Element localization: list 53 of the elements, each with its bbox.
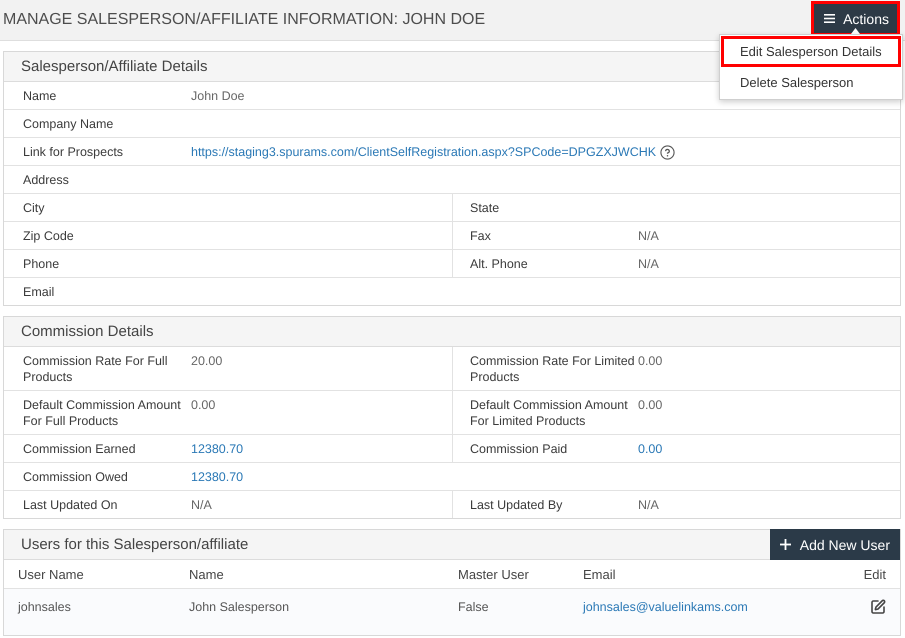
field-label: Fax <box>470 228 492 244</box>
field-value: N/A <box>638 256 660 272</box>
field-label: Phone <box>23 256 60 272</box>
plus-icon <box>780 539 791 550</box>
field-value: 20.00 <box>191 353 224 369</box>
field-value: John Doe <box>191 88 246 104</box>
column-header: Name <box>189 566 224 582</box>
field-value: N/A <box>191 497 213 513</box>
table-cell-text: johnsales <box>18 600 72 614</box>
field-label: State <box>470 200 500 216</box>
panel-title: Salesperson/Affiliate Details <box>21 58 208 75</box>
actions-button[interactable]: Actions <box>811 1 900 36</box>
field-label: Commission Earned <box>23 441 137 457</box>
field-label: Default Commission Amount For Full Products <box>23 397 182 429</box>
field-label: Email <box>23 284 56 300</box>
field-label: City <box>23 200 46 216</box>
field-label: Link for Prospects <box>23 144 124 160</box>
field-label: Last Updated By <box>470 497 564 513</box>
panel-title: Commission Details <box>21 323 154 340</box>
column-header: Edit <box>864 566 886 582</box>
field-value: 0.00 <box>191 397 216 413</box>
field-value: 0.00 <box>638 353 664 369</box>
field-value: 0.00 <box>638 397 664 413</box>
field-link[interactable]: 12380.70 <box>191 441 244 457</box>
email-link[interactable]: johnsales@valuelinkams.com <box>583 600 826 614</box>
field-link[interactable]: https://staging3.spurams.com/ClientSelfRegistration.aspx?SPCode=DPGZXJWCHK <box>191 144 656 160</box>
panel-title: Users for this Salesperson/affiliate <box>21 536 248 553</box>
field-label: Address <box>23 172 70 188</box>
field-label: Company Name <box>23 116 114 132</box>
column-header: User Name <box>18 566 84 582</box>
column-header: Master User <box>458 566 529 582</box>
menu-icon <box>824 14 836 23</box>
field-label: Name <box>23 88 58 104</box>
menu-item[interactable]: Edit Salesperson Details <box>721 36 901 67</box>
field-link[interactable]: 0.00 <box>638 441 662 457</box>
field-label: Zip Code <box>23 228 75 244</box>
page-title: MANAGE SALESPERSON/AFFILIATE INFORMATION: JOHN DOE <box>3 11 486 29</box>
add-user-button[interactable]: Add New User <box>770 529 900 560</box>
table-cell-text: False <box>458 600 490 614</box>
field-label: Last Updated On <box>23 497 119 513</box>
table-cell-text: John Salesperson <box>189 600 290 614</box>
field-label: Commission Rate For Full Products <box>23 353 168 385</box>
edit-icon[interactable] <box>870 599 886 615</box>
field-link[interactable]: 12380.70 <box>191 469 244 485</box>
field-label: Commission Owed <box>23 469 129 485</box>
field-label: Commission Rate For Limited Products <box>470 353 636 385</box>
field-value: N/A <box>638 497 660 513</box>
help-icon[interactable] <box>660 144 676 160</box>
field-label: Default Commission Amount For Limited Products <box>470 397 629 429</box>
column-header: Email <box>583 566 616 582</box>
field-label: Alt. Phone <box>470 256 529 272</box>
field-label: Commission Paid <box>470 441 568 457</box>
field-value: N/A <box>638 228 660 244</box>
